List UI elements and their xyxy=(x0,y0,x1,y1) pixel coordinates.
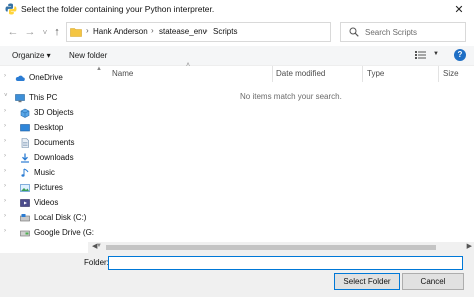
cube-icon xyxy=(20,108,30,118)
sort-indicator-icon: ˄ xyxy=(186,62,191,69)
address-bar[interactable]: › Hank Anderson › statease_env › Scripts… xyxy=(66,22,388,42)
column-header-size[interactable]: Size xyxy=(443,69,459,78)
search-input[interactable]: Search Scripts xyxy=(365,28,417,37)
sidebar-item-google-drive[interactable]: › Google Drive (G: xyxy=(0,226,104,240)
column-header-date-modified[interactable]: Date modified xyxy=(276,69,325,78)
close-button[interactable]: ✕ xyxy=(444,0,474,18)
sidebar-item-label: Desktop xyxy=(34,123,64,132)
view-dropdown-button[interactable]: ▼ xyxy=(433,51,439,57)
folder-icon xyxy=(70,28,82,37)
expand-arrow-icon[interactable]: › xyxy=(4,73,6,79)
sidebar-item-label: Local Disk (C:) xyxy=(34,213,87,222)
video-icon xyxy=(20,199,30,207)
expand-arrow-icon[interactable]: › xyxy=(4,198,6,204)
column-header-name[interactable]: Name xyxy=(112,69,133,78)
download-icon xyxy=(21,153,29,163)
title-bar: Select the folder containing your Python… xyxy=(0,0,474,18)
sidebar-item-videos[interactable]: › Videos xyxy=(0,196,104,210)
sidebar-scroll-down-button[interactable]: ▼ xyxy=(96,243,102,249)
sidebar-item-label: Pictures xyxy=(34,183,63,192)
scroll-right-button[interactable]: ▶ xyxy=(467,242,472,250)
expand-arrow-icon[interactable]: › xyxy=(4,153,6,159)
sidebar-item-local-disk[interactable]: › Local Disk (C:) xyxy=(0,211,104,225)
sidebar-item-onedrive[interactable]: › OneDrive xyxy=(0,71,104,85)
help-button[interactable]: ? xyxy=(454,49,466,61)
expand-arrow-icon[interactable]: › xyxy=(4,138,6,144)
breadcrumb-separator: › xyxy=(205,26,208,35)
sidebar-item-desktop[interactable]: › Desktop xyxy=(0,121,104,135)
search-icon xyxy=(349,27,359,37)
sidebar-item-label: Videos xyxy=(34,198,59,207)
breadcrumb-hank-anderson[interactable]: Hank Anderson xyxy=(93,27,148,36)
music-icon xyxy=(21,168,29,177)
drive-icon xyxy=(20,214,30,222)
sidebar-scroll-up-button[interactable]: ▲ xyxy=(96,66,102,72)
document-icon xyxy=(21,138,29,148)
file-list: ˄ Name Date modified Type Size No items … xyxy=(106,62,474,243)
sidebar-item-label: Documents xyxy=(34,138,75,147)
organize-button[interactable]: Organize ▾ xyxy=(12,51,51,60)
sidebar-item-label: Music xyxy=(34,168,55,177)
horizontal-scrollbar[interactable]: ◀ ▶ xyxy=(88,242,474,253)
view-options-icon[interactable] xyxy=(414,49,428,61)
computer-icon xyxy=(15,94,25,103)
up-button[interactable]: ↑ xyxy=(50,25,64,39)
picture-icon xyxy=(20,184,30,192)
sidebar-item-label: Google Drive (G: xyxy=(34,228,95,237)
expand-arrow-icon[interactable]: › xyxy=(4,228,6,234)
sidebar-item-label: 3D Objects xyxy=(34,108,74,117)
sidebar-item-label: This PC xyxy=(29,93,58,102)
expand-arrow-icon[interactable]: › xyxy=(4,213,6,219)
google-drive-icon xyxy=(20,230,30,237)
cloud-icon xyxy=(15,75,25,81)
sidebar-item-music[interactable]: › Music xyxy=(0,166,104,180)
navigation-pane: › OneDrive ˅ This PC › 3D Objects › Desk… xyxy=(0,66,104,243)
sidebar-item-downloads[interactable]: › Downloads xyxy=(0,151,104,165)
sidebar-item-documents[interactable]: › Documents xyxy=(0,136,104,150)
collapse-arrow-icon[interactable]: ˅ xyxy=(4,93,8,99)
column-divider[interactable] xyxy=(272,66,273,82)
sidebar-item-label: OneDrive xyxy=(29,73,63,82)
desktop-icon xyxy=(20,124,30,132)
sidebar-item-label: Downloads xyxy=(34,153,74,162)
new-folder-button[interactable]: New folder xyxy=(69,51,107,60)
forward-button[interactable]: → xyxy=(23,25,37,39)
search-box[interactable]: Search Scripts xyxy=(340,22,466,42)
cancel-button[interactable]: Cancel xyxy=(402,273,464,290)
column-divider[interactable] xyxy=(438,66,439,82)
select-folder-button[interactable]: Select Folder xyxy=(334,273,400,290)
expand-arrow-icon[interactable]: › xyxy=(4,183,6,189)
column-header-type[interactable]: Type xyxy=(367,69,384,78)
scroll-thumb[interactable] xyxy=(106,245,436,250)
folder-name-input[interactable] xyxy=(108,256,463,270)
command-bar: Organize ▾ New folder ▼ ? xyxy=(0,46,474,66)
breadcrumb-separator: › xyxy=(151,26,154,35)
python-icon xyxy=(5,3,17,15)
sidebar-item-3d-objects[interactable]: › 3D Objects xyxy=(0,106,104,120)
expand-arrow-icon[interactable]: › xyxy=(4,123,6,129)
back-button[interactable]: ← xyxy=(6,25,20,39)
column-divider[interactable] xyxy=(362,66,363,82)
breadcrumb-scripts[interactable]: Scripts xyxy=(213,27,237,36)
window-title: Select the folder containing your Python… xyxy=(21,4,215,14)
expand-arrow-icon[interactable]: › xyxy=(4,108,6,114)
folder-label: Folder: xyxy=(84,258,109,267)
breadcrumb-statease-env[interactable]: statease_env xyxy=(159,27,207,36)
empty-results-message: No items match your search. xyxy=(240,92,342,101)
breadcrumb-separator: › xyxy=(86,26,89,35)
sidebar-item-this-pc[interactable]: ˅ This PC xyxy=(0,91,104,105)
expand-arrow-icon[interactable]: › xyxy=(4,168,6,174)
sidebar-item-pictures[interactable]: › Pictures xyxy=(0,181,104,195)
